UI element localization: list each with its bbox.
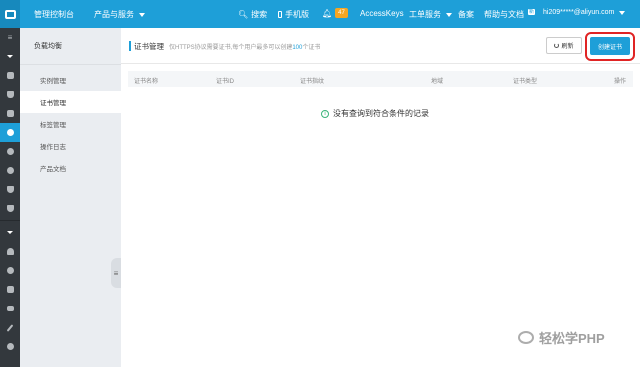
sidebar-item-certificates[interactable]: 证书管理 <box>20 91 121 113</box>
products-label: 产品与服务 <box>94 10 134 19</box>
page-description: 仅HTTPS协议需要证书,每个用户最多可以创建100个证书 <box>169 42 320 51</box>
wechat-icon <box>518 331 534 344</box>
table-header: 证书名称 证书ID 证书指纹 地域 证书类型 操作 <box>128 71 633 87</box>
rail-divider <box>0 220 20 221</box>
refresh-icon <box>554 43 560 48</box>
create-certificate-button[interactable]: 创建证书 <box>590 37 630 55</box>
rail-cdn-icon[interactable] <box>0 161 20 180</box>
aliyun-logo[interactable] <box>0 0 20 28</box>
description-suffix: 个证书 <box>302 45 321 51</box>
notification-button[interactable]: 🔔︎ 47 <box>322 8 348 18</box>
collapse-icon: ≡ <box>113 268 119 278</box>
description-text: 仅HTTPS协议需要证书,每个用户最多可以创建 <box>169 45 293 51</box>
watermark-text: 轻松学PHP <box>539 331 605 346</box>
rail-pen-icon[interactable] <box>0 318 20 337</box>
column-header-id: 证书ID <box>216 79 235 85</box>
search-button[interactable]: 🔍︎ 搜索 <box>238 9 267 20</box>
wechat-watermark: 轻松学PHP <box>518 328 605 347</box>
empty-state: i 没有查询到符合条件的记录 <box>321 108 429 119</box>
help-label: 帮助与文档 <box>484 10 524 19</box>
page-title: 证书管理 <box>134 42 164 51</box>
rail-collapse-icon-2[interactable] <box>0 223 20 242</box>
rail-storage-icon[interactable] <box>0 104 20 123</box>
column-header-region: 地域 <box>431 79 444 85</box>
rail-shield-icon[interactable] <box>0 199 20 218</box>
rail-user-icon[interactable] <box>0 242 20 261</box>
info-icon: i <box>321 109 329 118</box>
main-content: 证书管理 仅HTTPS协议需要证书,每个用户最多可以创建100个证书 刷新 创建… <box>121 28 640 367</box>
help-new-badge: 新 <box>528 8 536 15</box>
column-header-actions: 操作 <box>614 79 627 85</box>
menu-toggle-icon[interactable]: ≡ <box>0 28 20 47</box>
sidebar-item-tags[interactable]: 标签管理 <box>20 113 121 135</box>
sidebar-item-logs[interactable]: 操作日志 <box>20 135 121 157</box>
console-link[interactable]: 管理控制台 <box>34 9 74 20</box>
tickets-menu[interactable]: 工单服务 <box>409 9 452 20</box>
phone-icon <box>278 11 282 18</box>
rail-info-icon[interactable] <box>0 337 20 356</box>
tickets-label: 工单服务 <box>409 10 441 19</box>
rail-slb-icon[interactable] <box>0 123 20 142</box>
user-label: hi209*****@aliyun.com <box>543 9 615 16</box>
accesskeys-link[interactable]: AccessKeys <box>360 9 404 18</box>
title-accent-bar <box>129 41 131 51</box>
user-menu[interactable]: hi209*****@aliyun.com <box>543 9 626 16</box>
rail-collapse-icon[interactable] <box>0 47 20 66</box>
sidebar-collapse-handle[interactable]: ≡ <box>111 258 121 288</box>
column-header-type: 证书类型 <box>513 79 538 85</box>
description-count: 100 <box>292 45 303 51</box>
search-icon: 🔍︎ <box>238 10 249 19</box>
mobile-link[interactable]: 手机版 <box>278 9 309 20</box>
products-menu[interactable]: 产品与服务 <box>94 9 145 20</box>
column-header-name: 证书名称 <box>134 79 159 85</box>
rail-database-icon[interactable] <box>0 85 20 104</box>
chevron-down-icon <box>139 12 145 17</box>
help-menu[interactable]: 帮助与文档新 <box>484 8 536 20</box>
sub-sidebar: 负载均衡 实例管理 证书管理 标签管理 操作日志 产品文档 <box>20 28 121 367</box>
rail-security-icon[interactable] <box>0 180 20 199</box>
beian-link[interactable]: 备案 <box>458 9 474 20</box>
top-navbar: 管理控制台 产品与服务 🔍︎ 搜索 手机版 🔔︎ 47 AccessKeys 工… <box>0 0 640 28</box>
refresh-label: 刷新 <box>561 44 574 50</box>
bell-icon: 🔔︎ <box>322 8 333 18</box>
rail-globe-icon[interactable] <box>0 142 20 161</box>
mobile-label: 手机版 <box>285 10 309 19</box>
page-header: 证书管理 仅HTTPS协议需要证书,每个用户最多可以创建100个证书 刷新 创建… <box>121 28 640 64</box>
empty-state-text: 没有查询到符合条件的记录 <box>333 109 429 118</box>
icon-rail: ≡ <box>0 28 20 367</box>
rail-billing-icon[interactable] <box>0 261 20 280</box>
sub-sidebar-title: 负载均衡 <box>20 28 121 65</box>
rail-servers-icon[interactable] <box>0 66 20 85</box>
refresh-button[interactable]: 刷新 <box>546 37 582 54</box>
sidebar-item-instances[interactable]: 实例管理 <box>20 69 121 91</box>
sidebar-item-docs[interactable]: 产品文档 <box>20 157 121 179</box>
chevron-down-icon <box>619 10 626 15</box>
rail-ticket-icon[interactable] <box>0 280 20 299</box>
chevron-down-icon <box>446 12 452 17</box>
column-header-fingerprint: 证书指纹 <box>300 79 325 85</box>
notification-badge: 47 <box>335 8 348 18</box>
search-label: 搜索 <box>251 10 268 19</box>
rail-mail-icon[interactable] <box>0 299 20 318</box>
